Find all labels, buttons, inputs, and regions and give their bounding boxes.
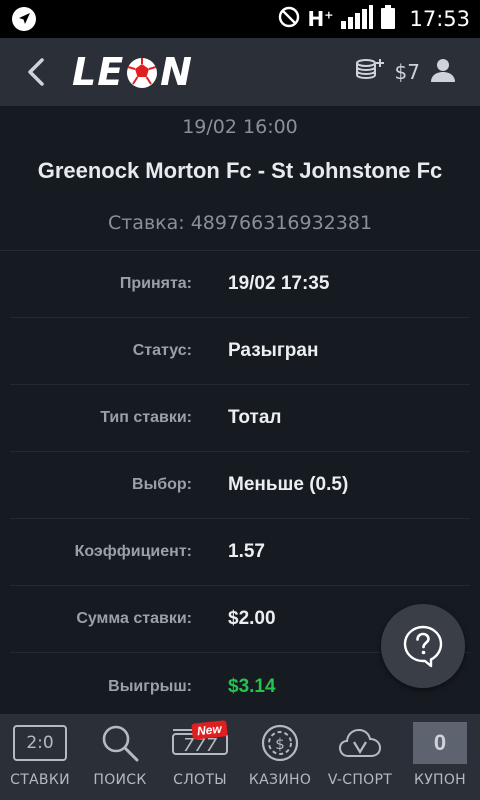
cloud-v-icon [338,722,382,764]
nav-slots[interactable]: 777 New СЛОТЫ [160,714,240,800]
nav-bets[interactable]: 2:0 СТАВКИ [0,714,80,800]
chevron-left-icon [28,58,44,86]
detail-row-status: Статус: Разыгран [10,318,470,385]
nav-label: V-СПОРТ [327,772,393,788]
detail-row-accepted: Принята: 19/02 17:35 [10,251,470,318]
nav-label: СЛОТЫ [173,772,227,788]
detail-value: Разыгран [228,340,319,361]
status-bar: H+ 17:53 [0,0,480,38]
casino-chip-icon: $ [260,722,300,764]
detail-row-selection: Выбор: Меньше (0.5) [10,452,470,519]
leon-logo[interactable]: LE N [72,50,193,94]
deposit-coins-icon[interactable] [355,57,385,88]
battery-icon [381,4,396,34]
balance[interactable]: $7 [395,60,420,84]
scoreboard-icon: 2:0 [13,725,67,761]
detail-label: Сумма ставки: [76,610,192,627]
detail-label: Статус: [132,342,192,359]
search-icon [100,722,140,764]
detail-value: Меньше (0.5) [228,474,349,495]
dnd-icon [278,6,300,33]
detail-value: 19/02 17:35 [228,273,330,294]
svg-text:$: $ [275,735,285,753]
nav-search[interactable]: ПОИСК [80,714,160,800]
detail-label: Коэффициент: [74,543,192,560]
nav-label: КУПОН [413,772,467,788]
signal-icon [341,4,374,34]
detail-label: Тип ставки: [100,409,192,426]
detail-value: $2.00 [228,608,276,629]
winnings-value: $3.14 [228,675,276,697]
event-title: Greenock Morton Fc - St Johnstone Fc [37,158,443,183]
nav-label: ПОИСК [93,772,147,788]
detail-label: Выигрыш: [108,677,192,695]
app-bar: LE N $7 [0,38,480,106]
detail-value: 1.57 [228,541,265,562]
detail-row-bet-type: Тип ставки: Тотал [10,385,470,452]
navigation-arrow-icon [10,5,38,33]
nav-casino[interactable]: $ КАЗИНО [240,714,320,800]
detail-row-odds: Коэффициент: 1.57 [10,519,470,586]
help-button[interactable] [381,604,465,688]
coupon-count: 0 [413,722,467,764]
bottom-nav: 2:0 СТАВКИ ПОИСК 777 New СЛОТЫ $ КАЗИНО … [0,714,480,800]
network-type: H+ [307,7,334,31]
help-chat-icon [403,625,443,668]
detail-value: Тотал [228,407,282,428]
nav-label: СТАВКИ [10,772,70,788]
event-date: 19/02 16:00 [182,116,298,138]
nav-label: КАЗИНО [248,772,312,788]
nav-vsport[interactable]: V-СПОРТ [320,714,400,800]
user-icon[interactable] [430,57,456,88]
detail-label: Выбор: [132,476,192,493]
nav-coupon[interactable]: 0 КУПОН [400,714,480,800]
clock: 17:53 [409,7,470,31]
bet-id: Ставка: 489766316932381 [107,212,373,234]
detail-label: Принята: [119,275,192,292]
back-button[interactable] [0,38,72,106]
soccer-ball-icon [125,55,159,89]
